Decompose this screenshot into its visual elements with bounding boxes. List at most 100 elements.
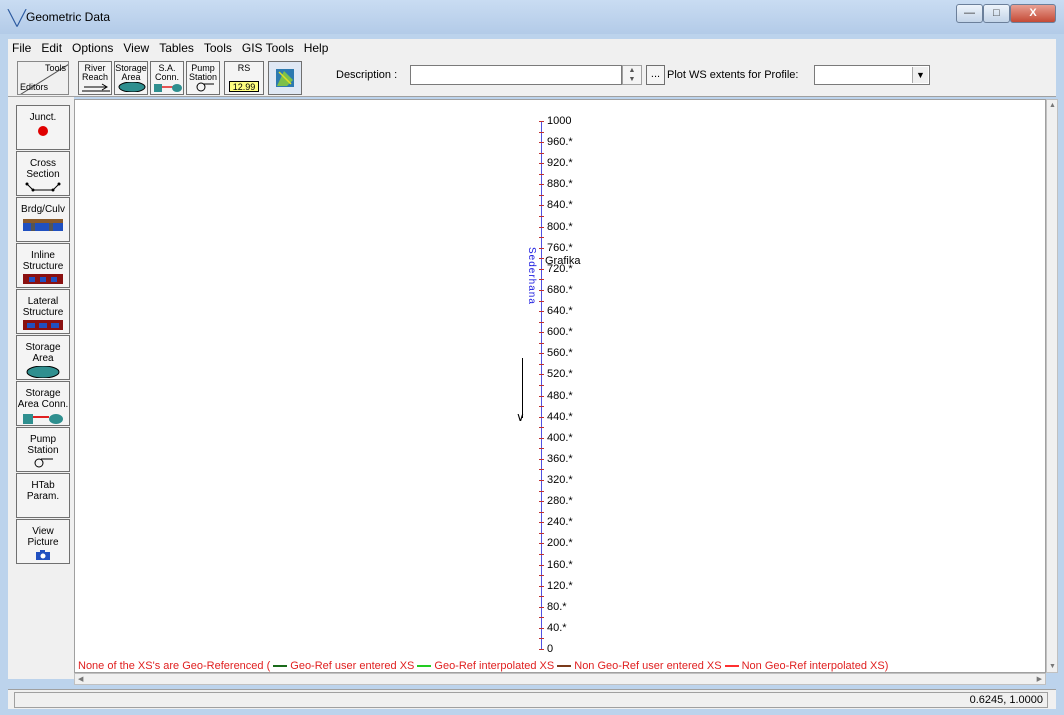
menu-help[interactable]: Help: [304, 41, 329, 55]
menu-tables[interactable]: Tables: [159, 41, 194, 55]
station-tick[interactable]: [539, 522, 544, 524]
station-label: 0: [547, 643, 554, 655]
junction-button[interactable]: Junct.: [16, 105, 70, 150]
description-spinner[interactable]: ▲ ▼: [622, 65, 642, 85]
station-tick[interactable]: [539, 575, 544, 577]
menu-file[interactable]: File: [12, 41, 31, 55]
station-tick[interactable]: [539, 311, 544, 313]
station-tick[interactable]: [539, 385, 544, 386]
station-tick[interactable]: [539, 395, 544, 397]
bridge-culvert-button[interactable]: Brdg/Culv: [16, 197, 70, 242]
station-tick[interactable]: [539, 480, 544, 482]
river-name-label: Sederhana: [526, 247, 537, 305]
station-tick[interactable]: [539, 121, 544, 122]
station-tick[interactable]: [539, 458, 544, 460]
lateral-structure-button[interactable]: Lateral Structure: [16, 289, 70, 334]
cross-section-button[interactable]: Cross Section: [16, 151, 70, 196]
scroll-right-icon[interactable]: ▶: [1037, 675, 1042, 683]
station-tick[interactable]: [539, 638, 544, 640]
minimize-button[interactable]: —: [956, 4, 983, 23]
station-tick[interactable]: [539, 448, 544, 450]
vertical-scrollbar[interactable]: ▲ ▼: [1046, 99, 1058, 673]
river-reach-button[interactable]: River Reach: [78, 61, 112, 95]
maximize-button[interactable]: □: [983, 4, 1010, 23]
station-tick[interactable]: [539, 342, 544, 344]
station-tick[interactable]: [539, 501, 544, 503]
station-tick[interactable]: [539, 152, 544, 154]
station-tick[interactable]: [539, 131, 544, 133]
station-tick[interactable]: [539, 585, 544, 587]
station-tick[interactable]: [539, 606, 544, 608]
station-tick[interactable]: [539, 416, 544, 418]
station-tick[interactable]: [539, 289, 544, 291]
station-tick[interactable]: [539, 194, 544, 196]
station-label: 240.*: [547, 516, 573, 529]
station-tick[interactable]: [539, 279, 544, 281]
view-picture-button[interactable]: View Picture: [16, 519, 70, 564]
pump-station-palette-button[interactable]: Pump Station: [16, 427, 70, 472]
station-tick[interactable]: [539, 511, 544, 513]
station-tick[interactable]: [539, 469, 544, 471]
rs-button[interactable]: RS 12.99: [224, 61, 264, 95]
htab-param-button[interactable]: HTab Param.: [16, 473, 70, 518]
station-tick[interactable]: [539, 142, 544, 144]
gis-map-button[interactable]: [268, 61, 302, 95]
bridge-icon: [23, 219, 63, 231]
title-bar[interactable]: ╲╱ Geometric Data — □ X: [0, 0, 1064, 34]
station-tick[interactable]: [539, 247, 544, 249]
station-tick[interactable]: [539, 353, 544, 355]
legend-nongeo-interp: Non Geo-Ref interpolated XS: [741, 660, 885, 672]
station-tick[interactable]: [539, 184, 544, 186]
description-input[interactable]: [410, 65, 622, 85]
station-tick[interactable]: [539, 427, 544, 429]
station-tick[interactable]: [539, 300, 544, 302]
menu-options[interactable]: Options: [72, 41, 113, 55]
station-tick[interactable]: [539, 564, 544, 566]
station-tick[interactable]: [539, 553, 544, 555]
station-tick[interactable]: [539, 226, 544, 228]
station-label: 920.*: [547, 157, 573, 170]
station-tick[interactable]: [539, 627, 544, 629]
station-tick[interactable]: [539, 173, 544, 175]
inline-structure-button[interactable]: Inline Structure: [16, 243, 70, 288]
chevron-down-icon[interactable]: ▼: [629, 76, 636, 83]
station-tick[interactable]: [539, 216, 544, 218]
scroll-down-icon[interactable]: ▼: [1049, 663, 1056, 670]
station-tick[interactable]: [539, 268, 544, 270]
station-tick[interactable]: [539, 617, 544, 619]
station-tick[interactable]: [539, 406, 544, 408]
station-tick[interactable]: [539, 321, 544, 323]
menu-tools[interactable]: Tools: [204, 41, 232, 55]
storage-area-button[interactable]: Storage Area: [114, 61, 148, 95]
geometry-canvas[interactable]: 1000 960.* 920.* 880.* 840.* 800.* 760.* 720.* 6…: [74, 99, 1046, 673]
menu-edit[interactable]: Edit: [41, 41, 62, 55]
profile-select[interactable]: ▼: [814, 65, 930, 85]
storage-area-palette-button[interactable]: Storage Area: [16, 335, 70, 380]
station-tick[interactable]: [539, 237, 544, 239]
close-button[interactable]: X: [1010, 4, 1056, 23]
station-tick[interactable]: [539, 374, 544, 376]
menu-gis-tools[interactable]: GIS Tools: [242, 41, 294, 55]
menu-view[interactable]: View: [123, 41, 149, 55]
station-tick[interactable]: [539, 543, 544, 545]
dropdown-arrow-icon[interactable]: ▼: [912, 67, 928, 83]
station-tick[interactable]: [539, 532, 544, 534]
station-tick[interactable]: [539, 258, 544, 260]
station-tick[interactable]: [539, 490, 544, 492]
sa-conn-button[interactable]: S.A. Conn.: [150, 61, 184, 95]
pump-station-button[interactable]: Pump Station: [186, 61, 220, 95]
scroll-up-icon[interactable]: ▲: [1049, 102, 1056, 109]
chevron-up-icon[interactable]: ▲: [629, 67, 636, 74]
tools-editors-toggle[interactable]: Tools Editors: [17, 61, 69, 95]
station-tick[interactable]: [539, 437, 544, 439]
station-tick[interactable]: [539, 332, 544, 334]
station-tick[interactable]: [539, 363, 544, 365]
station-tick[interactable]: [539, 163, 544, 165]
station-tick[interactable]: [539, 205, 544, 207]
storage-area-conn-palette-button[interactable]: Storage Area Conn.: [16, 381, 70, 426]
station-tick[interactable]: [539, 649, 544, 650]
horizontal-scrollbar[interactable]: ◀ ▶: [74, 673, 1046, 685]
scroll-left-icon[interactable]: ◀: [78, 675, 83, 683]
description-browse-button[interactable]: ...: [646, 65, 665, 85]
station-tick[interactable]: [539, 596, 544, 598]
